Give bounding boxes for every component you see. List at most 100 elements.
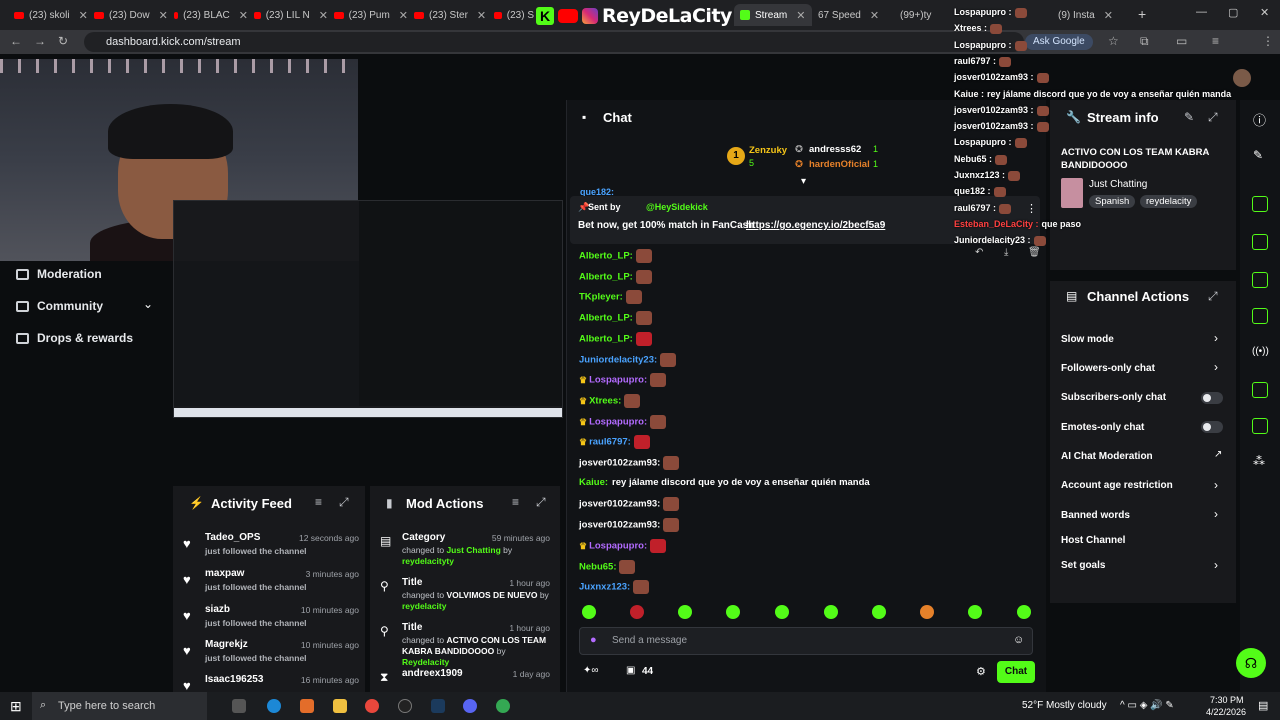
browser-tab[interactable]: (23) LIL N ✕ (254, 4, 328, 26)
emote-icon[interactable] (775, 605, 789, 619)
chevron-down-icon[interactable]: ▾ (801, 176, 806, 187)
popout-icon[interactable]: ⤢ (1208, 289, 1218, 304)
chat-username[interactable]: Lospapupro: (589, 375, 647, 386)
host-channel-option[interactable]: Host Channel (1061, 535, 1125, 546)
emote-icon[interactable] (630, 605, 644, 619)
user-name[interactable]: Tadeo_OPS (205, 532, 260, 543)
extensions-icon[interactable]: ⧉ (1140, 34, 1149, 49)
emote-icon[interactable] (726, 605, 740, 619)
popout-icon[interactable]: ⤢ (339, 495, 349, 510)
emote-icon[interactable] (968, 605, 982, 619)
tool-icon[interactable] (1252, 418, 1268, 434)
slow-mode-option[interactable]: Slow mode (1061, 334, 1114, 345)
sidepanel-icon[interactable]: ▭ (1176, 34, 1187, 48)
detail-user[interactable]: reydelacityty (402, 556, 454, 566)
camera-icon[interactable] (1252, 196, 1268, 212)
info-icon[interactable]: ⓘ (1253, 110, 1266, 129)
browser-tab[interactable]: (23) S (494, 4, 534, 26)
close-icon[interactable]: ✕ (1104, 9, 1113, 22)
filter-icon[interactable]: ≡ (512, 495, 519, 509)
chat-username[interactable]: Kaiue: (579, 477, 608, 488)
windows-start-icon[interactable]: ⊞ (10, 698, 22, 715)
ai-moderation-option[interactable]: AI Chat Moderation (1061, 451, 1153, 462)
chat-username[interactable]: Alberto_LP: (579, 313, 633, 324)
tray-icons[interactable]: ^ ▭ ◈ 🔊 ✎ (1120, 700, 1174, 711)
emote-icon[interactable] (582, 605, 596, 619)
browser-tab[interactable]: (99+)ty (900, 4, 950, 26)
bolt-icon[interactable] (1252, 234, 1268, 250)
filter-icon[interactable]: ≡ (315, 495, 322, 509)
layout-icon[interactable] (1252, 382, 1268, 398)
chat-username[interactable]: Xtrees: (589, 396, 621, 407)
browser-tab[interactable]: (23) Dow ✕ (94, 4, 168, 26)
settings-icon[interactable]: ⚙ (976, 665, 986, 678)
nav-community[interactable]: Community (16, 299, 103, 313)
chat-username[interactable]: josver0102zam93: (579, 458, 660, 469)
minimize-icon[interactable]: — (1196, 6, 1207, 18)
edge-icon[interactable] (267, 699, 281, 713)
chat-username[interactable]: Lospapupro: (589, 541, 647, 552)
browser-tab[interactable]: (23) skoli ✕ (14, 4, 88, 26)
close-icon[interactable]: ✕ (239, 9, 248, 22)
nav-moderation[interactable]: Moderation (16, 267, 102, 281)
chat-username[interactable]: josver0102zam93: (579, 520, 660, 531)
chat-username[interactable]: Alberto_LP: (579, 334, 633, 345)
browser-tab[interactable]: (23) Pum ✕ (334, 4, 408, 26)
account-age-option[interactable]: Account age restriction (1061, 480, 1173, 491)
microphone-icon[interactable]: ● (590, 634, 597, 646)
chevron-right-icon[interactable]: › (1214, 360, 1218, 374)
notification-icon[interactable]: ▤ (1258, 699, 1268, 712)
nav-drops[interactable]: Drops & rewards (16, 331, 133, 345)
clock-date[interactable]: 4/22/2026 (1206, 707, 1246, 717)
reload-icon[interactable]: ↻ (58, 34, 68, 48)
chat-username[interactable]: raul6797: (589, 437, 631, 448)
pinned-link[interactable]: https://go.egency.io/2becf5a9 (746, 220, 885, 231)
maximize-icon[interactable]: ▢ (1228, 6, 1238, 19)
subscribers-only-toggle[interactable] (1201, 392, 1223, 404)
external-link-icon[interactable]: ↗ (1214, 449, 1222, 460)
emote-icon[interactable] (920, 605, 934, 619)
more-icon[interactable]: ⋮ (1026, 202, 1037, 215)
emote-icon[interactable] (872, 605, 886, 619)
set-goals-option[interactable]: Set goals (1061, 560, 1105, 571)
edit-icon[interactable]: ✎ (1184, 110, 1194, 124)
detail-user[interactable]: Reydelacity (402, 657, 449, 667)
store-icon[interactable]: ▣ (626, 665, 635, 676)
pencil-icon[interactable]: ✎ (1253, 148, 1263, 162)
trash-icon[interactable]: 🗑 (1028, 247, 1041, 258)
banned-words-option[interactable]: Banned words (1061, 510, 1130, 521)
popout-icon[interactable]: ⤢ (536, 495, 546, 510)
browser-tab[interactable]: (23) Ster ✕ (414, 4, 488, 26)
chat-username[interactable]: Lospapupro: (589, 417, 647, 428)
detail-user[interactable]: reydelacity (402, 601, 446, 611)
emote-icon[interactable] (678, 605, 692, 619)
close-icon[interactable]: ✕ (796, 9, 805, 22)
chat-username[interactable]: Juniordelacity23: (579, 355, 657, 366)
category-name[interactable]: Just Chatting (1089, 179, 1147, 190)
close-icon[interactable]: ✕ (399, 9, 408, 22)
url-field[interactable]: dashboard.kick.com/stream (84, 32, 1024, 52)
back-icon[interactable]: ← (10, 34, 22, 48)
browser-tab[interactable]: (23) BLAC ✕ (174, 4, 248, 26)
chat-input[interactable]: ● Send a message ☺ (579, 627, 1033, 655)
tag-chip[interactable]: Spanish (1089, 195, 1136, 208)
close-icon[interactable]: ✕ (159, 9, 168, 22)
support-headset-icon[interactable]: ☊ (1236, 648, 1266, 678)
popout-icon[interactable]: ⤢ (1208, 110, 1218, 125)
chat-username[interactable]: Alberto_LP: (579, 272, 633, 283)
undo-icon[interactable]: ↶ (975, 247, 983, 258)
leaderboard-top-user[interactable]: Zenzuky (749, 145, 787, 156)
steam-icon[interactable] (431, 699, 445, 713)
chat-username[interactable]: Juxnxz123: (579, 582, 630, 593)
user-name[interactable]: maxpaw (205, 568, 244, 579)
close-icon[interactable]: ✕ (79, 9, 88, 22)
obs-icon[interactable] (398, 699, 412, 713)
chat-bubbles-icon[interactable]: ⁂ (1253, 454, 1265, 468)
star-icon[interactable]: ☆ (1108, 34, 1119, 48)
file-explorer-icon[interactable] (333, 699, 347, 713)
user-name[interactable]: siazb (205, 604, 230, 615)
emotes-only-toggle[interactable] (1201, 421, 1223, 433)
browser-tab[interactable]: 67 Speed ✕ (818, 4, 892, 26)
chevron-right-icon[interactable]: › (1214, 478, 1218, 492)
taskbar-search[interactable]: Type here to search (32, 692, 207, 720)
